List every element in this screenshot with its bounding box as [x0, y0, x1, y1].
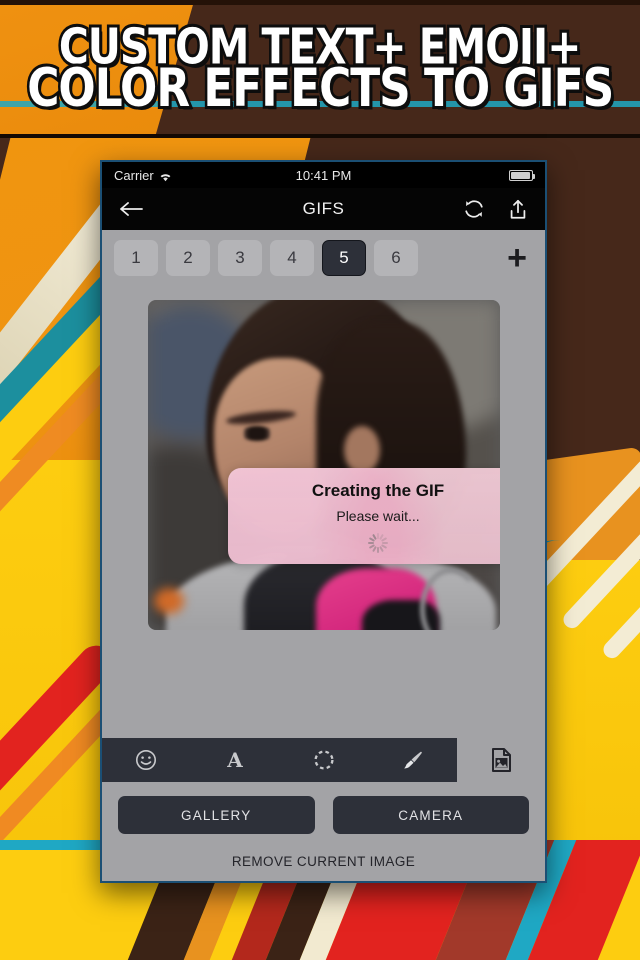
photo-ear [344, 426, 380, 474]
dialog-subtitle: Please wait... [336, 508, 420, 524]
nav-bar: GIFS [102, 188, 545, 230]
photo-eye [240, 426, 274, 441]
svg-text:A: A [226, 748, 243, 772]
status-bar-time: 10:41 PM [295, 167, 352, 183]
status-bar-right [509, 169, 535, 181]
add-frame-button[interactable]: + [507, 241, 533, 275]
editor-canvas-area: Creating the GIF Please wait... [102, 286, 545, 738]
share-icon[interactable] [507, 198, 529, 221]
text-letter-a-icon[interactable]: A [223, 748, 247, 772]
frame-tab-2[interactable]: 2 [166, 240, 210, 276]
dialog-title: Creating the GIF [311, 481, 445, 500]
nav-bar-actions [463, 198, 529, 221]
frame-tab-6[interactable]: 6 [374, 240, 418, 276]
frame-tab-4[interactable]: 4 [270, 240, 314, 276]
status-bar: Carrier 10:41 PM [102, 162, 545, 188]
loading-spinner-icon [368, 533, 388, 553]
progress-dialog: Creating the GIF Please wait... [228, 468, 500, 564]
remove-current-image-button[interactable]: REMOVE CURRENT IMAGE [118, 854, 529, 869]
gallery-button[interactable]: GALLERY [118, 796, 315, 834]
frame-tab-1[interactable]: 1 [114, 240, 158, 276]
source-actions: GALLERY CAMERA REMOVE CURRENT IMAGE [102, 782, 545, 881]
back-arrow-icon[interactable] [118, 199, 144, 219]
editor-toolbar-dark: A [102, 738, 457, 782]
photo-bokeh [154, 588, 184, 614]
frame-tab-3[interactable]: 3 [218, 240, 262, 276]
camera-button[interactable]: CAMERA [332, 796, 529, 834]
editor-toolbar: A [102, 738, 545, 782]
dashed-circle-filter-icon[interactable] [312, 748, 336, 772]
frame-tab-5[interactable]: 5 [322, 240, 366, 276]
emoji-smiley-icon[interactable] [134, 748, 158, 772]
paintbrush-icon[interactable] [401, 748, 425, 772]
source-button-row: GALLERY CAMERA [118, 796, 529, 834]
phone-mockup: Carrier 10:41 PM GIFS 1 2 3 4 5 6 + Crea… [100, 160, 547, 883]
preview-image[interactable]: Creating the GIF Please wait... [148, 300, 500, 630]
frame-tab-strip: 1 2 3 4 5 6 + [102, 230, 545, 286]
banner-text-group: CUSTOM TEXT+ EMOJI+ COLOR EFFECTS TO GIF… [0, 5, 640, 134]
promo-banner: CUSTOM TEXT+ EMOJI+ COLOR EFFECTS TO GIF… [0, 0, 640, 138]
image-file-icon[interactable] [489, 747, 513, 773]
banner-headline-line-2: COLOR EFFECTS TO GIFS [24, 58, 616, 120]
refresh-icon[interactable] [463, 198, 485, 220]
image-picker-wrap [457, 738, 545, 782]
battery-icon [509, 169, 535, 181]
